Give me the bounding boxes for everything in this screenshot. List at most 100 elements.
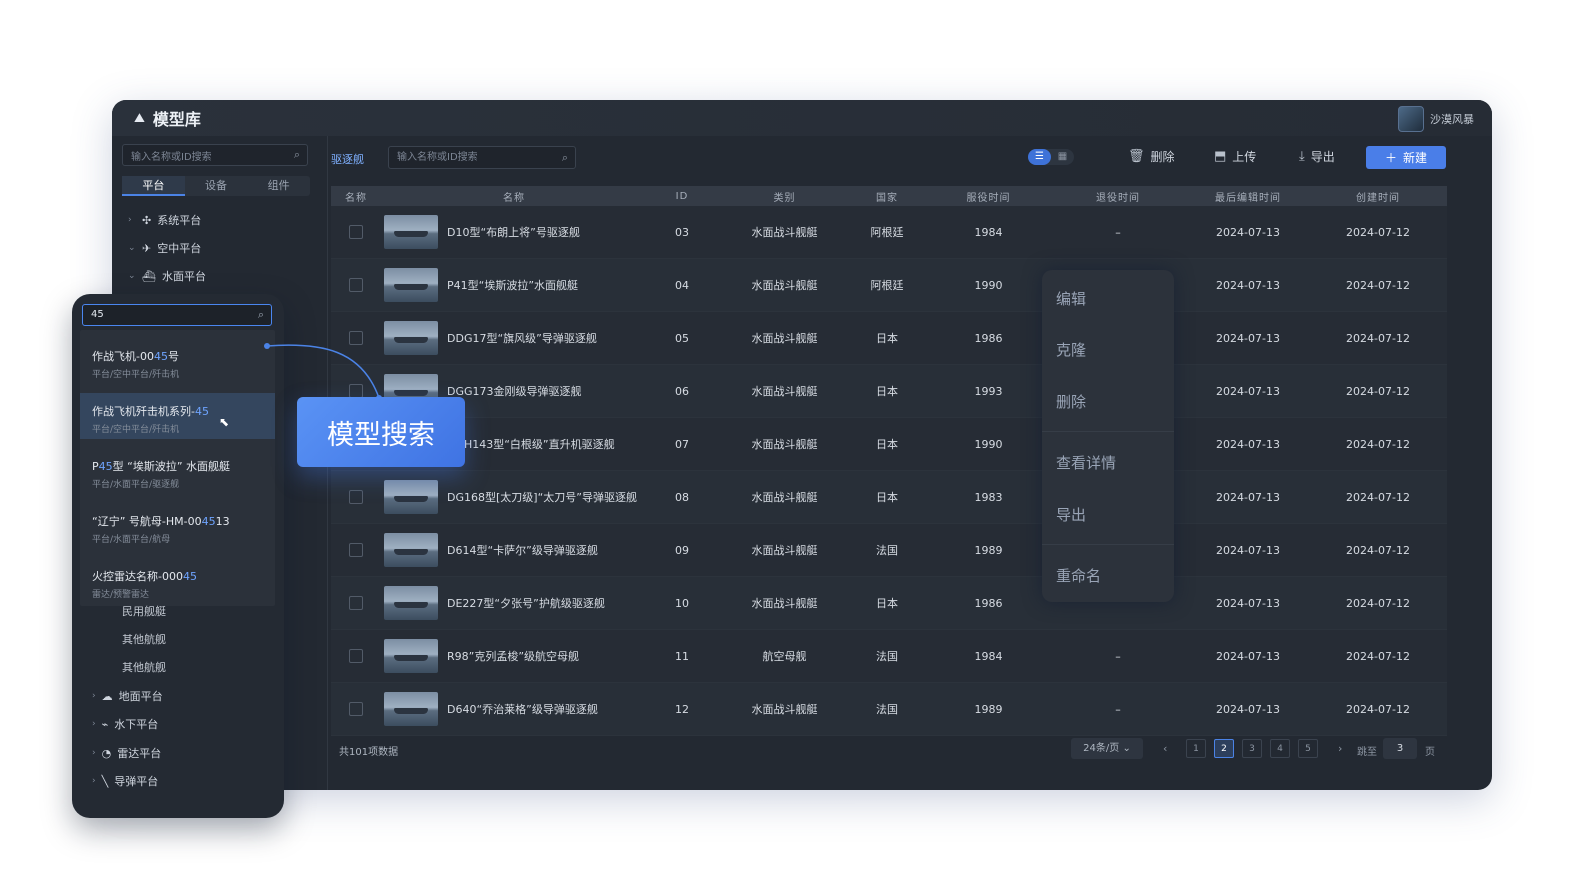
result-match-highlight: 45 xyxy=(194,405,209,418)
category-label: 驱逐舰 xyxy=(331,153,364,166)
tree-item-air[interactable]: ⌄ ✈ 空中平台 xyxy=(128,240,201,256)
created-date: 2024-07-12 xyxy=(1346,543,1410,557)
last-edited: 2024-07-13 xyxy=(1216,384,1280,398)
table-row[interactable]: DDH143型“白根级”直升机驱逐舰 07 水面战斗舰艇 日本 1990 2024-07-… xyxy=(331,418,1447,471)
model-thumbnail xyxy=(381,586,441,620)
table-row[interactable]: D10型“布朗上将”号驱逐舰 03 水面战斗舰艇 阿根廷 1984 – 2024-07-13… xyxy=(331,206,1447,259)
grid-view-icon[interactable]: ▦ xyxy=(1051,149,1074,165)
page-unit: 页 xyxy=(1425,747,1435,758)
result-path: 雷达/预警雷达 xyxy=(92,590,150,600)
row-checkbox xyxy=(331,596,381,610)
new-button[interactable]: ＋ 新建 xyxy=(1366,146,1446,169)
search-result-item[interactable]: 作战飞机-0045号 平台/空中平台/歼击机 xyxy=(80,338,275,384)
delete-button[interactable]: 🗑 删除 xyxy=(1128,148,1175,165)
table-row[interactable]: D614型“卡萨尔”级导弹驱逐舰 09 水面战斗舰艇 法国 1989 2024-07-13… xyxy=(331,524,1447,577)
chevron-down-icon: ⌄ xyxy=(128,271,136,281)
model-table: 名称 名称 ID 类别 国家 服役时间 退役时间 最后编辑时间 创建时间 D10… xyxy=(331,186,1447,736)
sidebar-search-input[interactable]: 输入名称或ID搜索 ⌕ xyxy=(122,144,308,166)
checkbox[interactable] xyxy=(349,596,363,610)
chevron-right-icon: › xyxy=(92,691,96,701)
prev-page-icon[interactable]: ‹ xyxy=(1163,742,1167,755)
model-thumbnail xyxy=(381,692,441,726)
context-menu: 编辑 克隆 删除 查看详情 导出 重命名 xyxy=(1042,270,1174,602)
table-header: 名称 名称 ID 类别 国家 服役时间 退役时间 最后编辑时间 创建时间 xyxy=(331,186,1447,206)
tree-sub-item[interactable]: 其他航舰 xyxy=(122,631,166,647)
table-row[interactable]: D640“乔治莱格”级导弹驱逐舰 12 水面战斗舰艇 法国 1989 – 2024-07-1… xyxy=(331,683,1447,736)
page-2[interactable]: 2 xyxy=(1214,739,1234,758)
system-platform-icon: ✣ xyxy=(142,213,152,227)
tree-item-system[interactable]: › ✣ 系统平台 xyxy=(128,212,201,228)
result-title-part: 号 xyxy=(167,350,179,363)
jump-input[interactable]: 3 xyxy=(1383,738,1417,759)
table-row[interactable]: DE227型“夕张号”护航级驱逐舰 10 水面战斗舰艇 日本 1986 2024-07-1… xyxy=(331,577,1447,630)
table-row[interactable]: R98”克列孟梭”级航空母舰 11 航空母舰 法国 1984 – 2024-07-13 202… xyxy=(331,630,1447,683)
menu-item-details[interactable]: 查看详情 xyxy=(1056,452,1116,473)
model-thumbnail xyxy=(381,480,441,514)
list-view-icon[interactable]: ☰ xyxy=(1028,149,1051,165)
page-5[interactable]: 5 xyxy=(1298,739,1318,758)
total-count: 共101项数据 xyxy=(339,747,399,758)
main-content: 驱逐舰 输入名称或ID搜索 ⌕ ☰ ▦ 🗑 删除 ⬒ 上传 ⤓ 导出 ＋ 新建 … xyxy=(328,136,1492,790)
search-result-item[interactable]: “辽宁” 号航母-HM-004513 平台/水面平台/航母 xyxy=(80,503,275,549)
new-label: 新建 xyxy=(1403,151,1428,165)
tree-item-radar[interactable]: › ◔ 雷达平台 xyxy=(92,745,161,761)
result-path: 平台/水面平台/驱逐舰 xyxy=(92,480,180,490)
checkbox[interactable] xyxy=(349,543,363,557)
menu-item-delete[interactable]: 删除 xyxy=(1056,391,1086,412)
tab-component[interactable]: 组件 xyxy=(247,176,310,196)
main-search-input[interactable]: 输入名称或ID搜索 ⌕ xyxy=(388,146,576,169)
view-toggle[interactable]: ☰ ▦ xyxy=(1028,149,1074,165)
retire-year: – xyxy=(1115,225,1121,239)
app-title: 模型库 xyxy=(152,110,201,129)
radar-icon: ◔ xyxy=(101,746,112,760)
tab-platform[interactable]: 平台 xyxy=(122,176,185,196)
checkbox[interactable] xyxy=(349,225,363,239)
checkbox[interactable] xyxy=(349,702,363,716)
avatar xyxy=(1398,106,1424,132)
model-country: 法国 xyxy=(876,703,898,716)
next-page-icon[interactable]: › xyxy=(1338,742,1342,755)
checkbox[interactable] xyxy=(349,278,363,292)
chevron-down-icon: ⌄ xyxy=(128,243,136,253)
search-result-item[interactable]: 作战飞机歼击机系列-45 平台/空中平台/歼击机 xyxy=(80,393,275,439)
table-row[interactable]: DDG17型“旗风级”导弹驱逐舰 05 水面战斗舰艇 日本 1986 2024-07-13… xyxy=(331,312,1447,365)
table-row[interactable]: P41型“埃斯波拉”水面舰艇 04 水面战斗舰艇 阿根廷 1990 2024-07-13 2… xyxy=(331,259,1447,312)
model-country: 日本 xyxy=(876,597,898,610)
model-search-callout: 模型搜索 xyxy=(297,397,465,467)
menu-item-export[interactable]: 导出 xyxy=(1056,504,1086,525)
tab-device[interactable]: 设备 xyxy=(185,176,248,196)
menu-item-rename[interactable]: 重命名 xyxy=(1056,565,1101,586)
tree-sub-item[interactable]: 其他航舰 xyxy=(122,659,166,675)
search-result-item[interactable]: 火控雷达名称-00045 雷达/预警雷达 xyxy=(80,558,275,604)
page-4[interactable]: 4 xyxy=(1270,739,1290,758)
export-button[interactable]: ⤓ 导出 xyxy=(1299,148,1335,165)
page-1[interactable]: 1 xyxy=(1186,739,1206,758)
page-3[interactable]: 3 xyxy=(1242,739,1262,758)
model-country: 阿根廷 xyxy=(870,279,904,292)
tree-item-missile[interactable]: › ╲ 导弹平台 xyxy=(92,773,158,789)
page-size-select[interactable]: 24条/页 ⌄ xyxy=(1071,738,1143,759)
mouse-cursor-icon: ⬉ xyxy=(219,415,230,429)
table-row[interactable]: DGG173金刚级导弹驱逐舰 06 水面战斗舰艇 日本 1993 2024-07-13 20… xyxy=(331,365,1447,418)
last-edited: 2024-07-13 xyxy=(1216,596,1280,610)
table-row[interactable]: DG168型[太刀级]“太刀号”导弹驱逐舰 08 水面战斗舰艇 日本 1983 2024-… xyxy=(331,471,1447,524)
checkbox[interactable] xyxy=(349,649,363,663)
tree-sub-item[interactable]: 民用舰艇 xyxy=(122,603,166,619)
checkbox[interactable] xyxy=(349,490,363,504)
model-country: 法国 xyxy=(876,650,898,663)
created-date: 2024-07-12 xyxy=(1346,596,1410,610)
ship-thumbnail-image xyxy=(384,268,438,302)
user-menu[interactable]: 沙漠风暴 xyxy=(1398,106,1474,132)
panel-search-input[interactable]: 45 ⌕ xyxy=(82,304,272,326)
menu-item-edit[interactable]: 编辑 xyxy=(1056,288,1086,309)
tree-item-underwater[interactable]: › ⌁ 水下平台 xyxy=(92,716,158,732)
model-type: 水面战斗舰艇 xyxy=(751,597,818,610)
service-year: 1993 xyxy=(974,384,1003,398)
tree-item-ground[interactable]: › ☁ 地面平台 xyxy=(92,688,163,704)
result-path: 平台/水面平台/航母 xyxy=(92,535,171,545)
tree-item-surface[interactable]: ⌄ ⛴ 水面平台 xyxy=(128,268,206,284)
search-result-item[interactable]: P45型 “埃斯波拉” 水面舰艇 平台/水面平台/驱逐舰 xyxy=(80,448,275,494)
result-match-highlight: 45 xyxy=(182,570,197,583)
menu-item-clone[interactable]: 克隆 xyxy=(1056,339,1086,360)
upload-button[interactable]: ⬒ 上传 xyxy=(1214,148,1256,165)
